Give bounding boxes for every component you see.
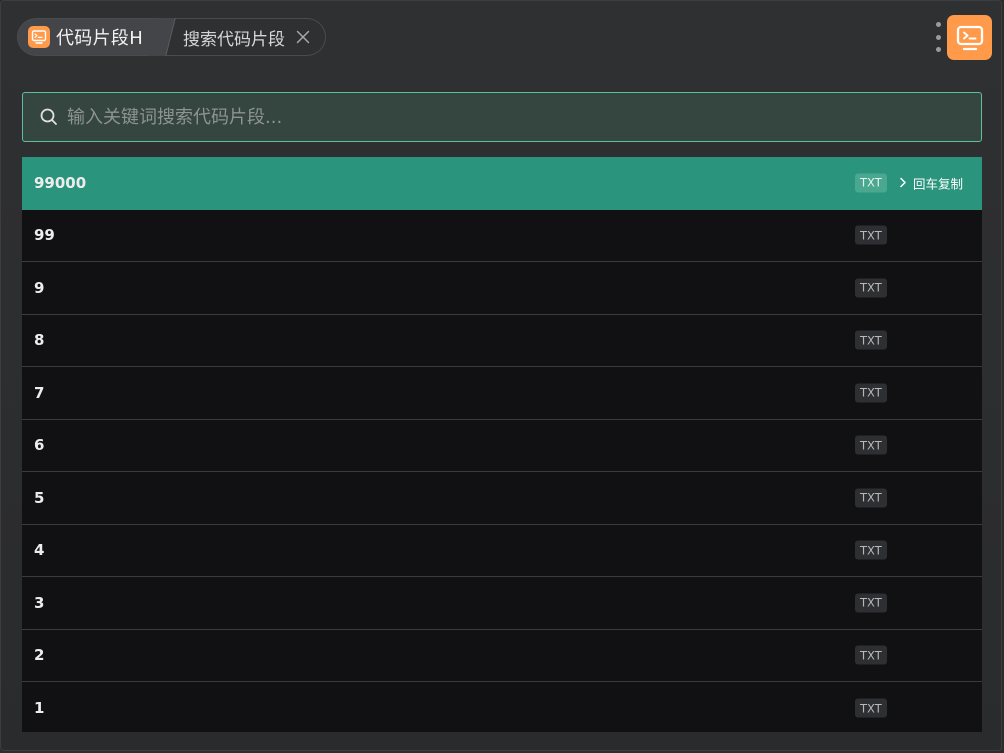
snippet-title: 2 bbox=[34, 646, 45, 665]
snippet-row[interactable]: 2 TXT bbox=[22, 630, 982, 682]
type-badge: TXT bbox=[855, 593, 887, 613]
snippet-row[interactable]: 4 TXT bbox=[22, 525, 982, 577]
snippet-row[interactable]: 5 TXT bbox=[22, 472, 982, 525]
snippet-row[interactable]: 1 TXT bbox=[22, 682, 982, 732]
snippet-title: 9 bbox=[34, 278, 45, 297]
close-icon[interactable] bbox=[293, 27, 313, 47]
breadcrumb-search[interactable]: 搜索代码片段 bbox=[165, 18, 327, 56]
search-icon bbox=[39, 107, 59, 127]
snippet-row[interactable]: 8 TXT bbox=[22, 315, 982, 367]
type-badge: TXT bbox=[855, 278, 887, 298]
snippet-list: 99000 TXT 回车复制 99 TXT 9 TXT 8 TXT 7 TXT 6 TXT 5 TXT 4 TX… bbox=[22, 157, 982, 732]
snippet-title: 99000 bbox=[34, 173, 87, 192]
snippet-title: 3 bbox=[34, 593, 45, 612]
type-badge: TXT bbox=[855, 488, 887, 508]
terminal-monitor-icon bbox=[28, 26, 50, 48]
search-input[interactable] bbox=[65, 92, 981, 142]
breadcrumb-app[interactable]: 代码片段H bbox=[17, 18, 166, 56]
snippet-title: 5 bbox=[34, 488, 45, 507]
type-badge: TXT bbox=[855, 698, 887, 718]
search-bar[interactable] bbox=[22, 92, 982, 142]
snippet-title: 1 bbox=[34, 699, 45, 718]
snippet-row[interactable]: 9 TXT bbox=[22, 262, 982, 315]
app-name: 代码片段H bbox=[56, 28, 144, 49]
snippet-row[interactable]: 3 TXT bbox=[22, 577, 982, 630]
snippet-title: 4 bbox=[34, 541, 45, 560]
terminal-monitor-icon bbox=[956, 25, 983, 50]
type-badge: TXT bbox=[855, 173, 887, 193]
breadcrumb: 代码片段H 搜索代码片段 bbox=[17, 17, 327, 57]
type-badge: TXT bbox=[855, 225, 887, 245]
type-badge: TXT bbox=[855, 540, 887, 560]
type-badge: TXT bbox=[855, 435, 887, 455]
search-crumb-label: 搜索代码片段 bbox=[183, 29, 286, 50]
hint-label: 回车复制 bbox=[913, 176, 964, 192]
snippet-row[interactable]: 99000 TXT 回车复制 bbox=[22, 157, 982, 210]
snippet-row[interactable]: 99 TXT bbox=[22, 210, 982, 262]
snippet-row[interactable]: 7 TXT bbox=[22, 367, 982, 420]
plugin-logo-button[interactable] bbox=[947, 15, 992, 60]
chevron-right-icon bbox=[899, 178, 907, 188]
app-window: 代码片段H 搜索代码片段 99000T bbox=[0, 0, 1002, 751]
more-vertical-icon[interactable] bbox=[932, 22, 944, 52]
snippet-title: 99 bbox=[34, 226, 55, 245]
snippet-title: 7 bbox=[34, 383, 45, 402]
type-badge: TXT bbox=[855, 645, 887, 665]
type-badge: TXT bbox=[855, 383, 887, 403]
snippet-title: 6 bbox=[34, 436, 45, 455]
enter-copy-hint: 回车复制 bbox=[899, 173, 963, 192]
snippet-title: 8 bbox=[34, 331, 45, 350]
type-badge: TXT bbox=[855, 330, 887, 350]
snippet-row[interactable]: 6 TXT bbox=[22, 420, 982, 472]
